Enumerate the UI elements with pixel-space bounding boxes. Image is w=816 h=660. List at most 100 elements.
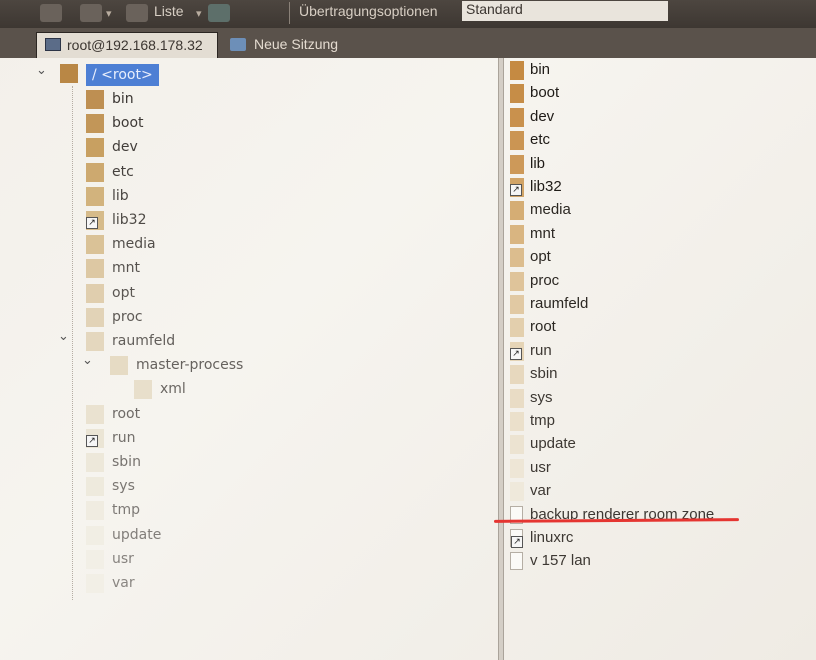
file-manager-window: ▾ Liste ▾ Übertragungsoptionen Standard … [0, 0, 816, 660]
file-row-label: root [530, 318, 556, 336]
file-row-label: mnt [530, 224, 556, 242]
tree-node-label: update [112, 526, 162, 543]
folder-icon [510, 84, 524, 104]
transfer-options-select[interactable]: Standard [462, 1, 668, 21]
folder-icon [134, 380, 152, 400]
folder-icon [510, 248, 524, 268]
folder-icon [510, 435, 524, 455]
chevron-down-icon[interactable]: ⌄ [36, 60, 47, 82]
new-session-icon [230, 38, 246, 51]
file-row-label: raumfeld [530, 295, 589, 312]
list-view-icon[interactable] [126, 4, 148, 22]
shortcut-arrow-icon: ↗ [511, 536, 523, 548]
tree-node-label: lib32 [112, 212, 147, 228]
tree-node-label: xml [160, 381, 186, 398]
tree-node-label: boot [112, 115, 144, 132]
folder-icon [86, 332, 104, 351]
toolbar: ▾ Liste ▾ Übertragungsoptionen Standard [0, 0, 816, 28]
tree-node-label: / <root> [86, 64, 159, 86]
folder-icon [86, 138, 104, 158]
shortcut-arrow-icon: ↗ [510, 184, 522, 196]
folder-icon [510, 154, 524, 174]
file-row-label: lib32 [530, 178, 562, 195]
folder-icon [86, 114, 104, 134]
file-row-label: dev [530, 107, 555, 125]
folder-icon [510, 412, 524, 431]
file-row-label: lib [530, 154, 546, 172]
file-row-label: proc [530, 271, 560, 289]
settings-icon[interactable] [40, 4, 62, 22]
sync-icon[interactable] [208, 4, 230, 22]
folder-icon [86, 549, 104, 569]
chevron-down-icon[interactable]: ⌄ [58, 326, 69, 348]
symlink-folder-icon: ↗ [510, 341, 524, 361]
symlink-folder-icon: ↗ [86, 211, 104, 230]
folder-icon [86, 90, 104, 109]
folder-icon [510, 107, 524, 127]
folder-icon [510, 482, 524, 502]
file-row-label: var [530, 482, 551, 500]
file-row-label: boot [530, 84, 560, 102]
folder-icon [86, 162, 104, 182]
symlink-folder-icon: ↗ [86, 428, 104, 448]
folder-icon [510, 318, 524, 338]
symlink-folder-icon: ↗ [510, 178, 524, 197]
shortcut-arrow-icon: ↗ [86, 217, 98, 229]
view-icon[interactable] [80, 4, 102, 22]
folder-icon [86, 259, 104, 279]
folder-icon [510, 224, 524, 244]
new-session-tab[interactable]: Neue Sitzung [222, 32, 358, 58]
folder-icon [510, 365, 524, 385]
tree-node-label: opt [112, 284, 135, 301]
file-row-label: bin [530, 61, 551, 78]
list-view-button[interactable]: Liste [154, 3, 184, 19]
folder-icon [510, 61, 524, 80]
file-row-label: update [530, 435, 576, 453]
folder-icon [86, 574, 104, 593]
folder-icon [86, 235, 104, 255]
file-row-label: usr [530, 458, 551, 476]
tab-session-label: root@192.168.178.32 [67, 37, 203, 53]
folder-icon [510, 458, 524, 478]
folder-icon [86, 525, 104, 545]
tree-node-label: root [112, 405, 141, 422]
folder-icon [86, 501, 104, 521]
chevron-down-icon[interactable]: ▾ [106, 7, 112, 20]
folder-icon [86, 453, 104, 472]
file-list: bin boot dev etc lib ↗ lib32 media mnt opt proc rau… [504, 58, 816, 660]
folder-icon [86, 283, 104, 303]
tree-node-label: sys [112, 478, 135, 495]
new-session-label: Neue Sitzung [254, 36, 339, 52]
file-row-label: tmp [530, 412, 556, 429]
folder-icon [510, 201, 524, 221]
session-tab-bar: root@192.168.178.32 Neue Sitzung [0, 28, 816, 58]
folder-icon [86, 477, 104, 497]
file-row-label: sys [530, 388, 553, 406]
file-row-label: opt [530, 248, 551, 266]
tree-node-label: run [112, 429, 136, 446]
tree-guide-line [72, 86, 73, 600]
folder-icon [86, 404, 104, 424]
folder-icon [510, 295, 524, 314]
tree-node-label: raumfeld [112, 333, 176, 349]
folder-icon [510, 131, 524, 151]
shortcut-arrow-icon: ↗ [86, 434, 98, 447]
tree-node-label: media [112, 236, 156, 253]
file-row-label: v 157 lan [530, 552, 591, 570]
toolbar-separator [289, 2, 290, 24]
folder-icon [510, 271, 524, 291]
tree-node-label: proc [112, 308, 143, 325]
tree-node-label: tmp [112, 502, 141, 519]
tree-node-label: etc [112, 163, 134, 180]
chevron-down-icon[interactable]: ▾ [196, 7, 202, 20]
symlink-file-icon: ↗ [510, 529, 523, 548]
folder-icon [60, 64, 78, 83]
tree-node-label: mnt [112, 260, 140, 277]
tab-session-root[interactable]: root@192.168.178.32 [36, 32, 218, 58]
tree-node-label: var [112, 575, 135, 591]
chevron-down-icon[interactable]: ⌄ [82, 350, 93, 372]
file-row-label: etc [530, 131, 551, 149]
file-row-label: linuxrc [530, 529, 574, 546]
tree-node-label: bin [112, 91, 134, 107]
shortcut-arrow-icon: ↗ [510, 347, 522, 360]
